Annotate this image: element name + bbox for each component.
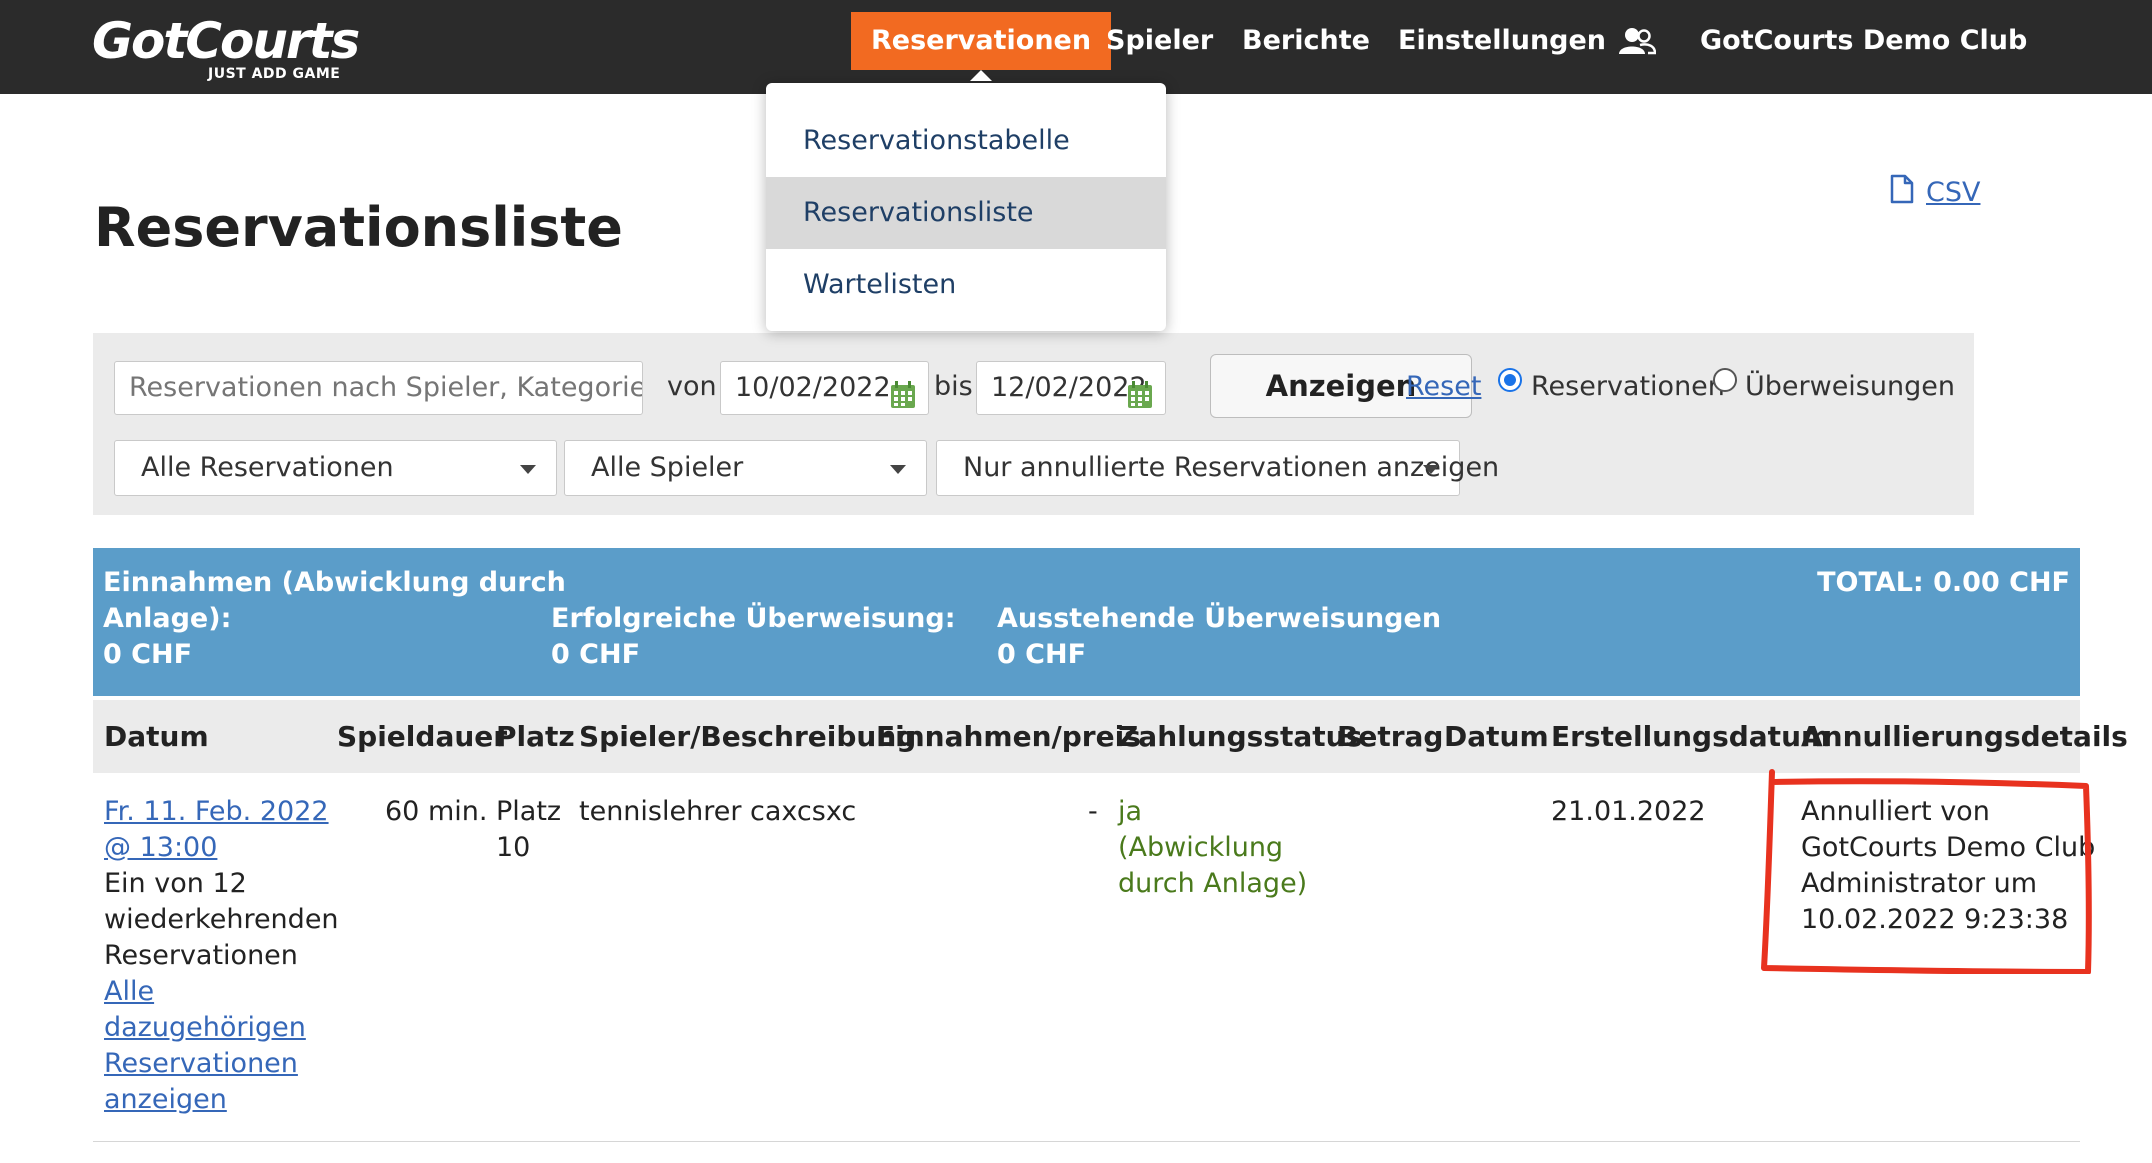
top-navigation-bar: GotCourts JUST ADD GAME Reservationen Sp… — [0, 0, 2152, 94]
income-cell: - — [1088, 796, 1098, 827]
player-value: Alle Spieler — [591, 452, 744, 483]
all-reservations-link-4[interactable]: anzeigen — [104, 1082, 334, 1118]
all-reservations-link-2[interactable]: dazugehörigen — [104, 1010, 334, 1046]
column-header[interactable]: Datum — [1444, 700, 1549, 773]
from-label: von — [667, 371, 717, 402]
player-cell: tennislehrer caxcsxc — [579, 796, 857, 827]
column-header[interactable]: Erstellungsdatum — [1551, 700, 1830, 773]
csv-export-link[interactable]: CSV — [1890, 174, 1980, 211]
all-reservations-link-1[interactable]: Alle — [104, 974, 334, 1010]
gotcourts-logo[interactable]: GotCourts JUST ADD GAME — [92, 12, 360, 82]
created-date-cell: 21.01.2022 — [1551, 796, 1706, 827]
column-header[interactable]: Datum — [104, 700, 209, 773]
chevron-down-icon — [520, 465, 536, 474]
highlight-annotation — [1761, 769, 2092, 974]
player-select[interactable]: Alle Spieler — [564, 440, 927, 496]
date-link-1[interactable]: Fr. 11. Feb. 2022 — [104, 794, 334, 830]
all-reservations-link-3[interactable]: Reservationen — [104, 1046, 334, 1082]
success-summary: Erfolgreiche Überweisung: 0 CHF — [551, 601, 956, 673]
from-date-value: 10/02/2022 — [735, 372, 891, 403]
total-summary: TOTAL: 0.00 CHF — [1817, 567, 2070, 598]
income-label-1: Einnahmen (Abwicklung durch — [103, 567, 566, 598]
menu-item-reservationsliste[interactable]: Reservationsliste — [766, 177, 1166, 249]
court-number: 10 — [496, 832, 531, 863]
income-summary: Einnahmen (Abwicklung durch Anlage): 0 C… — [103, 565, 566, 673]
menu-item-wartelisten[interactable]: Wartelisten — [766, 249, 1166, 321]
column-header[interactable]: Annullierungsdetails — [1801, 700, 2128, 773]
court-cell: Platz 10 — [496, 794, 561, 866]
file-icon — [1890, 174, 1914, 211]
nav-berichte[interactable]: Berichte — [1242, 12, 1370, 70]
duration-cell: 60 min. — [385, 796, 488, 827]
status-line-1: ja — [1118, 796, 1143, 827]
payment-status-cell: ja (Abwicklung durch Anlage) — [1118, 794, 1307, 902]
logo-tagline: JUST ADD GAME — [208, 66, 341, 82]
menu-item-reservationstabelle[interactable]: Reservationstabelle — [766, 105, 1166, 177]
column-header[interactable]: Spieldauer — [337, 700, 507, 773]
radio-reservationen-label[interactable]: Reservationen — [1531, 371, 1725, 402]
filter-panel: Reservationen nach Spieler, Kategorie, P… — [93, 333, 1974, 515]
page-title: Reservationsliste — [94, 196, 623, 259]
search-input[interactable]: Reservationen nach Spieler, Kategorie, P… — [114, 361, 643, 415]
status-select[interactable]: Nur annullierte Reservationen anzeigen — [936, 440, 1499, 496]
calendar-icon[interactable] — [1127, 375, 1153, 414]
chevron-down-icon — [1423, 465, 1439, 474]
pending-value: 0 CHF — [997, 639, 1087, 670]
column-header[interactable]: Platz — [496, 700, 575, 773]
radio-reservationen[interactable] — [1498, 368, 1522, 392]
summary-bar: Einnahmen (Abwicklung durch Anlage): 0 C… — [93, 548, 2080, 696]
recurring-text-2: wiederkehrenden — [104, 904, 339, 935]
status-value: Nur annullierte Reservationen anzeigen — [963, 452, 1500, 483]
column-header[interactable]: Zahlungsstatus — [1118, 700, 1362, 773]
date-cell: Fr. 11. Feb. 2022 @ 13:00 Ein von 12 wie… — [104, 794, 339, 1118]
column-header[interactable]: Spieler/Beschreibung — [579, 700, 916, 773]
to-date-value: 12/02/2022 — [991, 372, 1147, 403]
reservationen-dropdown-menu: Reservationstabelle Reservationsliste Wa… — [766, 83, 1166, 331]
nav-reservationen[interactable]: Reservationen — [851, 12, 1112, 81]
court-label: Platz — [496, 796, 562, 827]
date-link-2[interactable]: @ 13:00 — [104, 830, 334, 866]
row-divider — [93, 1141, 2080, 1142]
nav-club[interactable]: GotCourts Demo Club — [1700, 12, 2027, 70]
chevron-down-icon — [890, 465, 906, 474]
status-line-3: durch Anlage) — [1118, 868, 1308, 899]
to-date-input[interactable]: 12/02/2022 — [976, 361, 1166, 415]
pending-summary: Ausstehende Überweisungen 0 CHF — [997, 601, 1441, 673]
to-label: bis — [934, 371, 973, 402]
nav-spieler[interactable]: Spieler — [1106, 12, 1213, 70]
reset-link[interactable]: Reset — [1406, 371, 1481, 402]
column-header[interactable]: Einnahmen/preis — [876, 700, 1141, 773]
radio-ueberweisungen-label[interactable]: Überweisungen — [1745, 371, 1955, 402]
logo-text: GotCourts — [92, 12, 360, 70]
success-label: Erfolgreiche Überweisung: — [551, 603, 956, 634]
recurring-text-1: Ein von 12 — [104, 868, 247, 899]
reservation-type-select[interactable]: Alle Reservationen — [114, 440, 557, 496]
table-header: Datum Spieldauer Platz Spieler/Beschreib… — [93, 700, 2128, 773]
pending-label: Ausstehende Überweisungen — [997, 603, 1442, 634]
from-date-input[interactable]: 10/02/2022 — [720, 361, 929, 415]
users-icon[interactable] — [1618, 26, 1657, 58]
column-header[interactable]: Betrag — [1337, 700, 1443, 773]
income-value: 0 CHF — [103, 639, 193, 670]
radio-ueberweisungen[interactable] — [1713, 368, 1737, 392]
recurring-text-3: Reservationen — [104, 940, 298, 971]
nav-einstellungen[interactable]: Einstellungen — [1398, 12, 1606, 70]
calendar-icon[interactable] — [890, 375, 916, 414]
reservation-type-value: Alle Reservationen — [141, 452, 394, 483]
income-label-2: Anlage): — [103, 603, 232, 634]
status-line-2: (Abwicklung — [1118, 832, 1284, 863]
csv-label: CSV — [1926, 177, 1981, 208]
success-value: 0 CHF — [551, 639, 641, 670]
